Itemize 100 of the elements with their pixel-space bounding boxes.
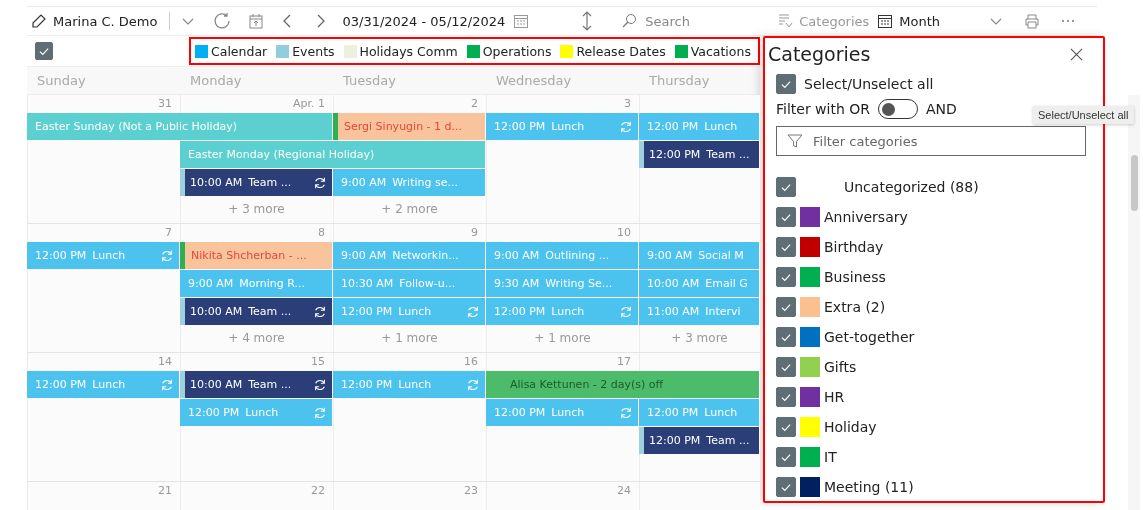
category-checkbox[interactable] <box>776 237 796 257</box>
user-button[interactable]: Marina C. Demo <box>27 11 162 31</box>
category-label: Birthday <box>824 239 884 255</box>
day-number: 15 <box>311 355 325 368</box>
day-number: 16 <box>464 355 478 368</box>
refresh-icon[interactable] <box>212 11 233 31</box>
date-range: 03/31/2024 - 05/12/2024 <box>342 13 506 29</box>
filter-list-icon <box>777 13 794 29</box>
calendar-event[interactable]: 10:00 AM Team ... <box>180 371 332 398</box>
select-all-checkbox[interactable] <box>776 74 796 94</box>
category-checkbox[interactable] <box>776 447 796 467</box>
day-number: 23 <box>464 484 478 497</box>
day-number: 24 <box>617 484 631 497</box>
calendar-event[interactable]: Alisa Kettunen - 2 day(s) off <box>486 371 759 398</box>
weekday-header: Tuesday <box>342 73 397 88</box>
filter-icon <box>787 133 803 149</box>
day-number: 21 <box>158 484 172 497</box>
more-link[interactable]: + 2 more <box>381 202 438 216</box>
calendar-event[interactable]: 12:00 PM Lunch <box>180 399 332 426</box>
weekday-header: Monday <box>189 73 243 88</box>
calendar-event[interactable]: 12:00 PM Lunch <box>639 399 759 426</box>
search-icon <box>621 13 638 29</box>
calendar-event[interactable]: 12:00 PM Lunch <box>333 298 485 325</box>
category-label: Gifts <box>824 359 857 375</box>
category-checkbox[interactable] <box>776 177 796 197</box>
calendar-event[interactable]: 11:00 AM Intervi <box>639 298 759 325</box>
category-checkbox[interactable] <box>776 417 796 437</box>
category-checkbox[interactable] <box>776 297 796 317</box>
calendar-event[interactable]: 12:00 PM Lunch <box>639 113 759 140</box>
legend-label: Events <box>292 43 335 59</box>
category-label: HR <box>824 389 845 405</box>
category-checkbox[interactable] <box>776 357 796 377</box>
category-checkbox[interactable] <box>776 327 796 347</box>
calendar-event[interactable]: 12:00 PM Lunch <box>27 371 179 398</box>
category-checkbox[interactable] <box>776 477 796 497</box>
category-label: Extra (2) <box>824 299 886 315</box>
category-label: Holiday <box>824 419 877 435</box>
calendar-event[interactable]: Nikita Shcherban - ... <box>180 242 332 269</box>
legend-label: Operations <box>482 43 552 59</box>
calendar-event[interactable]: 12:00 PM Team ... <box>639 141 759 168</box>
category-label: Business <box>824 269 886 285</box>
panel-title: Categories <box>768 43 871 65</box>
calendar-event[interactable]: 9:00 AM Social M <box>639 242 759 269</box>
day-number: 8 <box>318 226 325 239</box>
calendar-event[interactable]: 10:00 AM Email G <box>639 270 759 297</box>
calendar-event[interactable]: 10:00 AM Team ... <box>180 169 332 196</box>
more-link[interactable]: + 1 more <box>534 331 591 345</box>
category-checkbox[interactable] <box>776 387 796 407</box>
legend-label: Release Dates <box>576 43 666 59</box>
calendar-event[interactable]: 12:00 PM Lunch <box>27 242 179 269</box>
calendar-event[interactable]: 10:30 AM Follow-u... <box>333 270 485 297</box>
calendar-event[interactable]: Easter Monday (Regional Holiday) <box>180 141 485 168</box>
calendar-event[interactable]: 9:30 AM Writing Se... <box>486 270 638 297</box>
category-checkbox[interactable] <box>776 267 796 287</box>
filter-field[interactable]: Filter categories <box>776 126 1086 156</box>
day-number: 10 <box>617 226 631 239</box>
calendar-event[interactable]: 9:00 AM Networkin... <box>333 242 485 269</box>
calendar-event[interactable]: Sergi Sinyugin - 1 d... <box>333 113 485 140</box>
day-number: 2 <box>471 97 478 110</box>
calendar-event[interactable]: 9:00 AM Writing se... <box>333 169 485 196</box>
print-icon[interactable] <box>1024 13 1041 29</box>
vertical-arrows-icon[interactable] <box>581 10 594 32</box>
legend-label: Holidays Comm <box>359 43 458 59</box>
select-all-label: Select/Unselect all <box>804 76 934 92</box>
scrollbar[interactable] <box>1128 95 1140 510</box>
view-button[interactable]: Month <box>873 11 945 31</box>
weekday-header: Wednesday <box>495 73 573 88</box>
calendar-event[interactable]: Easter Sunday (Not a Public Holiday) <box>27 113 332 140</box>
day-number: 14 <box>158 355 172 368</box>
calendar-icon <box>877 13 894 29</box>
day-number: 9 <box>471 226 478 239</box>
calendar-today-icon[interactable] <box>248 13 265 29</box>
weekday-header: Thursday <box>648 73 711 88</box>
category-label: Get-together <box>824 329 915 345</box>
calendar-event[interactable]: 12:00 PM Lunch <box>486 113 638 140</box>
category-label: Meeting (11) <box>824 479 914 495</box>
category-label: IT <box>824 449 837 465</box>
toggle-label: AND <box>926 101 957 117</box>
calendar-event[interactable]: 12:00 PM Lunch <box>333 371 485 398</box>
filter-toggle[interactable] <box>878 99 919 119</box>
legend-label: Vacations <box>690 43 751 59</box>
tooltip: Select/Unselect all <box>1033 106 1134 124</box>
calendar-event[interactable]: 10:00 AM Team ... <box>180 298 332 325</box>
calendar-event[interactable]: 9:00 AM Outlining ... <box>486 242 638 269</box>
more-link[interactable]: + 3 more <box>671 331 728 345</box>
day-number: 7 <box>165 226 172 239</box>
more-link[interactable]: + 4 more <box>228 331 285 345</box>
more-link[interactable]: + 1 more <box>381 331 438 345</box>
category-label: Uncategorized (88) <box>844 179 979 195</box>
day-number: 31 <box>158 97 172 110</box>
search-field[interactable]: Search <box>643 12 772 30</box>
calendar-icon[interactable] <box>513 13 530 29</box>
more-link[interactable]: + 3 more <box>228 202 285 216</box>
select-all-checkbox[interactable] <box>35 42 53 60</box>
calendar-event[interactable]: 12:00 PM Team ... <box>639 427 759 454</box>
close-icon[interactable] <box>1070 47 1083 61</box>
calendar-event[interactable]: 12:00 PM Lunch <box>486 298 638 325</box>
calendar-event[interactable]: 9:00 AM Morning R... <box>180 270 332 297</box>
category-checkbox[interactable] <box>776 207 796 227</box>
calendar-event[interactable]: 12:00 PM Lunch <box>486 399 638 426</box>
